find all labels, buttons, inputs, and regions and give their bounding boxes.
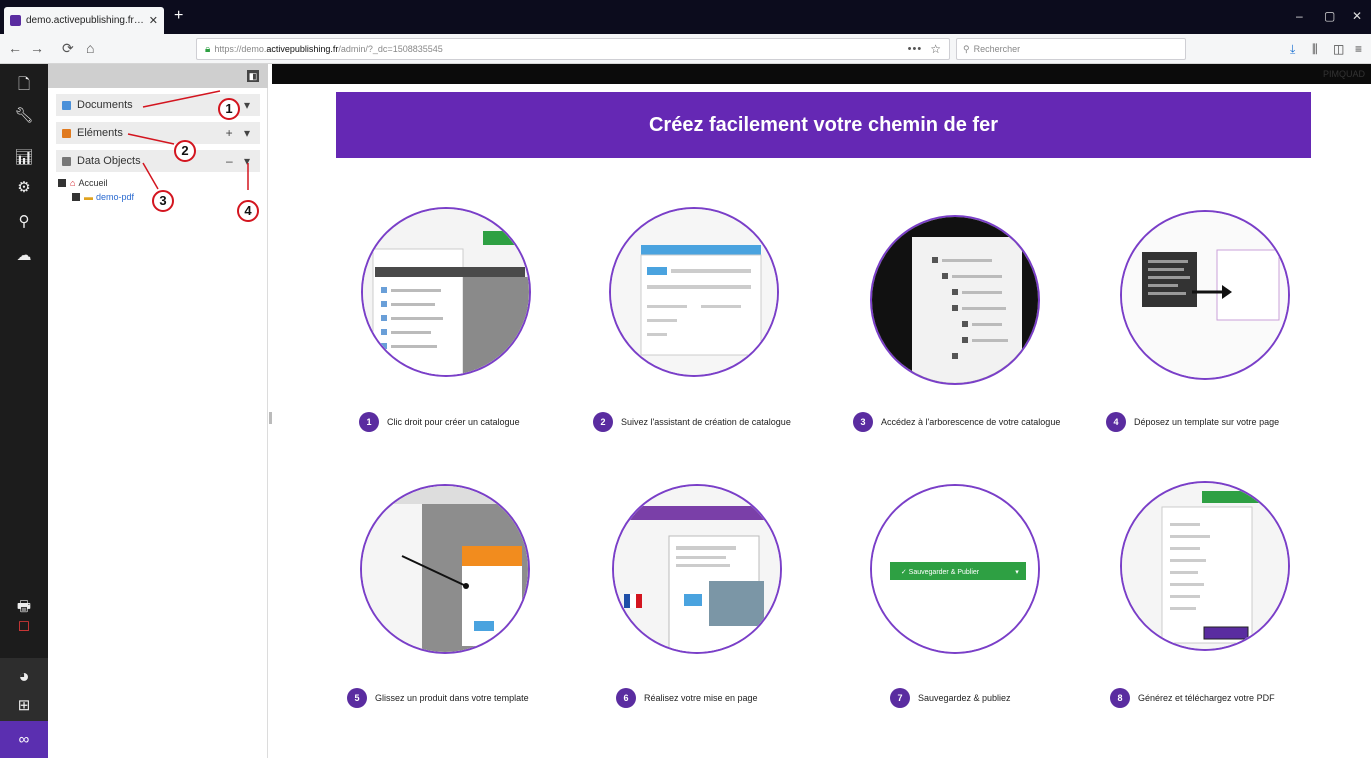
search-icon[interactable]: ⚲: [0, 212, 48, 230]
step-5-label: Glissez un produit dans votre template: [375, 693, 529, 703]
step-6-caption: 6 Réalisez votre mise en page: [616, 688, 758, 708]
step-4-label: Déposez un template sur votre page: [1134, 417, 1280, 427]
step-6-label: Réalisez votre mise en page: [644, 693, 758, 703]
bookmark-star-icon[interactable]: ☆: [930, 42, 941, 56]
menu-icon[interactable]: ≡: [1355, 42, 1362, 56]
step-2-caption: 2 Suivez l'assistant de création de cata…: [593, 412, 791, 432]
app-root: demo.activepublishing.fr | P... ✕ + – ▢ …: [0, 0, 1371, 758]
step-3-caption: 3 Accédez à l'arborescence de votre cata…: [853, 412, 1060, 432]
chart-icon[interactable]: 📊︎: [0, 148, 48, 166]
callout-1: 1: [218, 98, 240, 120]
step-7-label: Sauvegardez & publiez: [918, 693, 1011, 703]
alert-square-icon[interactable]: ◻: [0, 616, 48, 634]
step-7-image: ✓ Sauvegarder & Publier ▾: [870, 484, 1040, 654]
step-5-caption: 5 Glissez un produit dans votre template: [347, 688, 529, 708]
cloud-icon[interactable]: ☁: [0, 246, 48, 264]
url-bar[interactable]: 🔒︎ https://demo. activepublishing.fr /ad…: [196, 38, 950, 60]
svg-text:▾: ▾: [1015, 569, 1019, 576]
step-2-number: 2: [593, 412, 613, 432]
step-1-caption: 1 Clic droit pour créer un catalogue: [359, 412, 520, 432]
window-close-icon[interactable]: ✕: [1352, 9, 1362, 23]
step-5-number: 5: [347, 688, 367, 708]
reload-icon[interactable]: ⟳: [62, 40, 74, 56]
step-8-caption: 8 Générez et téléchargez votre PDF: [1110, 688, 1275, 708]
step-8-number: 8: [1110, 688, 1130, 708]
browser-search-input[interactable]: ⚲ Rechercher: [956, 38, 1186, 60]
browser-tab[interactable]: demo.activepublishing.fr | P... ✕: [4, 7, 164, 34]
step-8-image: [1120, 481, 1290, 651]
step-5-image: [360, 484, 530, 654]
step-1-number: 1: [359, 412, 379, 432]
rail-bottom-tools: ◕ ⊞: [0, 658, 48, 721]
content-top-strip: PIMQUAD: [272, 64, 1371, 84]
sidebar-toggle-icon[interactable]: ◫: [1333, 42, 1344, 56]
app-logo-icon[interactable]: ∞: [0, 721, 48, 758]
step-8-label: Générez et téléchargez votre PDF: [1138, 693, 1275, 703]
navigation-panel: ◧ Documents + ▾ Eléments + ▾ Data Object…: [48, 64, 268, 758]
callout-4: 4: [237, 200, 259, 222]
step-3-number: 3: [853, 412, 873, 432]
favicon-icon: [10, 15, 21, 26]
window-minimize-icon[interactable]: –: [1296, 9, 1303, 23]
browser-navbar: ← → ⟳ ⌂ 🔒︎ https://demo. activepublishin…: [0, 34, 1371, 64]
document-icon[interactable]: 🗋︎: [0, 74, 48, 99]
step-4-image: [1120, 210, 1290, 380]
search-icon: ⚲: [963, 43, 970, 54]
library-icon[interactable]: ⫼: [1312, 42, 1318, 57]
step-3-image: [870, 215, 1040, 385]
browser-tabbar: demo.activepublishing.fr | P... ✕ + – ▢ …: [0, 0, 1371, 34]
step-7-caption: 7 Sauvegardez & publiez: [890, 688, 1011, 708]
page-title: Créez facilement votre chemin de fer: [336, 92, 1311, 158]
step-4-number: 4: [1106, 412, 1126, 432]
app-left-rail: 🗋︎ 🔧︎ 📊︎ ⚙ ⚲ ☁ 🖶︎ ◻ ◕ ⊞ ∞: [0, 64, 48, 758]
window-maximize-icon[interactable]: ▢: [1324, 9, 1335, 23]
back-icon[interactable]: ←: [8, 40, 22, 56]
forward-icon[interactable]: →: [30, 40, 44, 56]
step-6-number: 6: [616, 688, 636, 708]
new-tab-button[interactable]: +: [174, 8, 183, 24]
color-wheel-icon[interactable]: ◕: [0, 666, 48, 687]
step-4-caption: 4 Déposez un template sur votre page: [1106, 412, 1279, 432]
save-publish-button-text: ✓ Sauvegarder & Publier: [901, 569, 980, 576]
step-2-label: Suivez l'assistant de création de catalo…: [621, 417, 791, 427]
step-1-image: [361, 207, 531, 377]
tab-close-icon[interactable]: ✕: [149, 14, 158, 27]
step-3-label: Accédez à l'arborescence de votre catalo…: [881, 417, 1061, 427]
panel-splitter[interactable]: [269, 412, 272, 424]
home-icon[interactable]: ⌂: [86, 40, 94, 56]
wrench-icon[interactable]: 🔧︎: [0, 106, 48, 124]
url-domain: activepublishing.fr: [266, 44, 339, 54]
add-box-icon[interactable]: ⊞: [0, 696, 48, 714]
downloads-icon[interactable]: ⤓: [1290, 42, 1295, 57]
gear-icon[interactable]: ⚙: [0, 178, 48, 196]
brand-logo: PIMQUAD: [1322, 69, 1365, 79]
callout-3: 3: [152, 190, 174, 212]
url-path: /admin/?_dc=1508835545: [338, 44, 443, 54]
tab-title: demo.activepublishing.fr | P...: [26, 15, 145, 26]
page-actions-icon[interactable]: •••: [908, 43, 923, 55]
lock-icon: 🔒︎: [205, 43, 211, 55]
step-7-number: 7: [890, 688, 910, 708]
step-1-label: Clic droit pour créer un catalogue: [387, 417, 520, 427]
step-2-image: [609, 207, 779, 377]
search-placeholder: Rechercher: [973, 44, 1021, 54]
callout-2: 2: [174, 140, 196, 162]
step-6-image: [612, 484, 782, 654]
url-prefix: https://demo.: [214, 44, 267, 54]
